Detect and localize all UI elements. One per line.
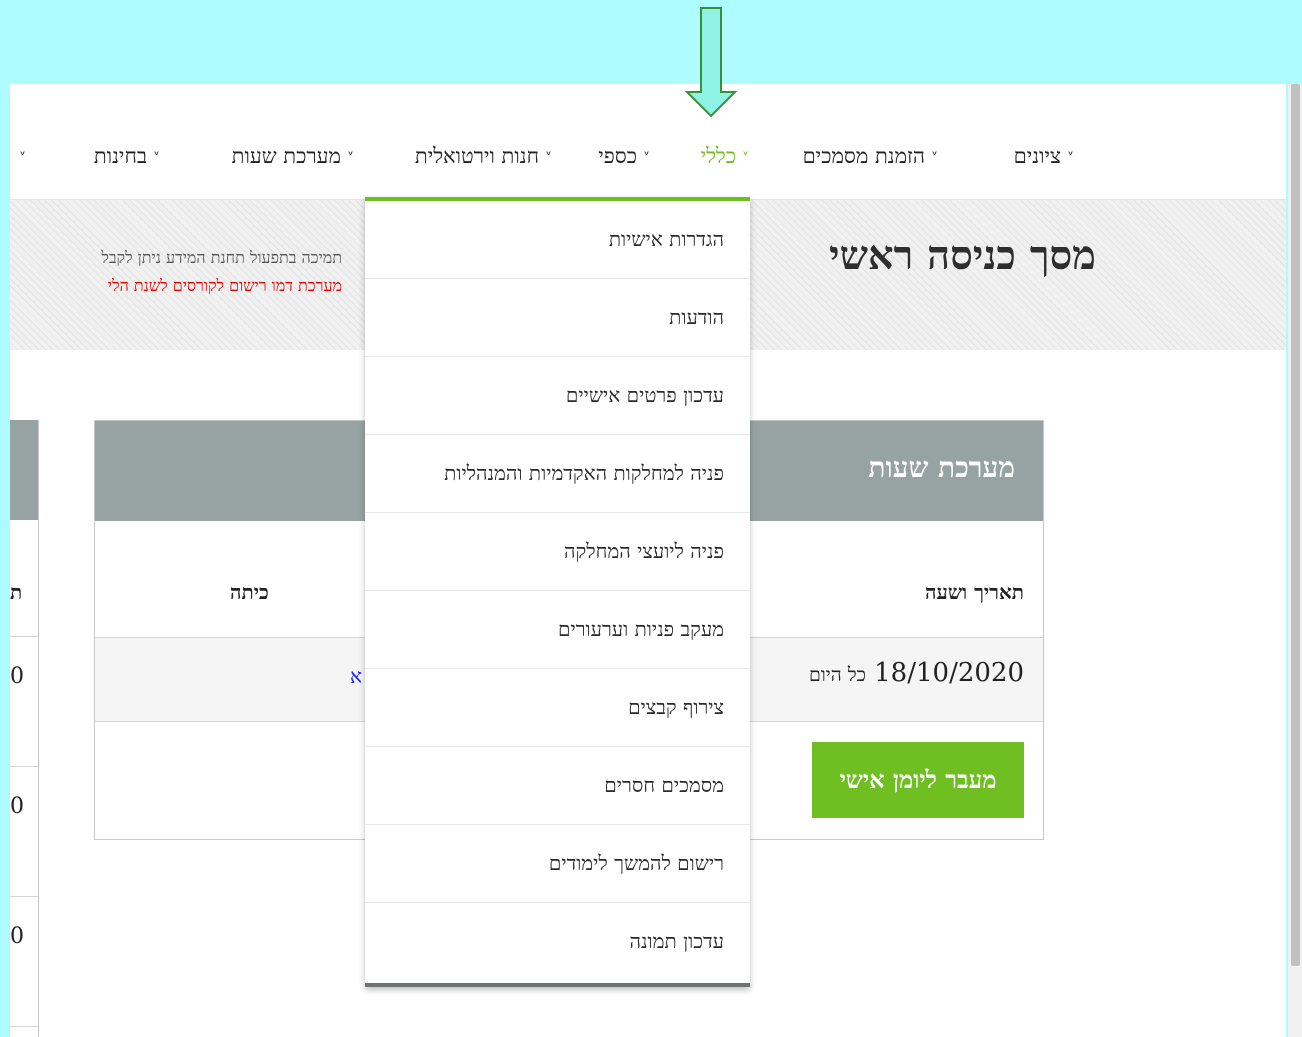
menu-item-missing-documents[interactable]: מסמכים חסרים [365,747,750,825]
divider [10,896,38,897]
chevron-down-icon: ˅ [742,151,749,167]
left-card-value: 0 [10,794,24,819]
menu-item-contact-advisors[interactable]: פניה ליועצי המחלקה [365,513,750,591]
schedule-card-title: מערכת שעות [868,451,1015,484]
column-header-date: תאריך ושעה [925,580,1024,604]
chevron-down-icon: ˅ [1067,151,1074,167]
schedule-time: כל היום [809,664,866,686]
divider [10,1026,38,1027]
left-card-column-header: ת [10,580,23,604]
nav-item-exams[interactable]: ˅בחינות [94,139,160,173]
chevron-down-icon: ˅ [931,151,938,167]
vertical-scrollbar-thumb[interactable] [1291,84,1300,966]
main-nav: ˅ציונים ˅הזמנת מסמכים ˅כללי ˅כספי ˅חנות … [10,84,1286,200]
menu-item-update-photo[interactable]: עדכון תמונה [365,903,750,980]
menu-item-messages[interactable]: הודעות [365,279,750,357]
class-link[interactable]: א [350,664,362,689]
left-card-header [10,420,38,520]
nav-item-order-documents[interactable]: ˅הזמנת מסמכים [803,139,938,173]
left-card-value: 0 [10,664,24,689]
page-title: מסך כניסה ראשי [829,232,1096,279]
page: ˅ציונים ˅הזמנת מסמכים ˅כללי ˅כספי ˅חנות … [10,84,1286,1037]
column-header-class: כיתה [230,580,269,604]
nav-item-virtual-store[interactable]: ˅חנות וירטואלית [415,139,552,173]
chevron-down-icon: ˅ [643,151,650,167]
general-dropdown-menu: הגדרות אישיות הודעות עדכון פרטים אישיים … [365,197,750,987]
nav-item-overflow[interactable]: ˅ [13,139,26,173]
divider [10,636,38,637]
chevron-down-icon: ˅ [153,151,160,167]
nav-item-financial[interactable]: ˅כספי [598,139,650,173]
notice-line-registration[interactable]: מערכת דמו רישום לקורסים לשנת הלי [10,272,342,300]
nav-item-schedule[interactable]: ˅מערכת שעות [232,139,354,173]
menu-item-track-requests[interactable]: מעקב פניות וערעורים [365,591,750,669]
menu-item-attach-files[interactable]: צירוף קבצים [365,669,750,747]
divider [10,766,38,767]
nav-item-general[interactable]: ˅כללי [701,139,749,173]
schedule-date-cell: 18/10/2020 כל היום [809,658,1024,688]
nav-item-grades[interactable]: ˅ציונים [1014,139,1074,173]
annotation-arrow-icon [684,7,738,118]
personal-journal-button[interactable]: מעבר ליומן אישי [812,742,1024,818]
left-card: ת 0 0 0 [10,420,39,1037]
notice-line-support: תמיכה בתפעול תחנת המידע ניתן לקבל [101,248,342,267]
menu-item-personal-settings[interactable]: הגדרות אישיות [365,201,750,279]
menu-item-contact-departments[interactable]: פניה למחלקות האקדמיות והמנהליות [365,435,750,513]
chevron-down-icon: ˅ [545,151,552,167]
menu-item-update-personal-details[interactable]: עדכון פרטים אישיים [365,357,750,435]
schedule-date: 18/10/2020 [874,658,1024,688]
left-card-value: 0 [10,924,24,949]
chevron-down-icon: ˅ [347,151,354,167]
chevron-down-icon: ˅ [19,151,26,167]
menu-item-continue-registration[interactable]: רישום להמשך לימודים [365,825,750,903]
notice-box: תמיכה בתפעול תחנת המידע ניתן לקבל מערכת … [10,244,342,300]
